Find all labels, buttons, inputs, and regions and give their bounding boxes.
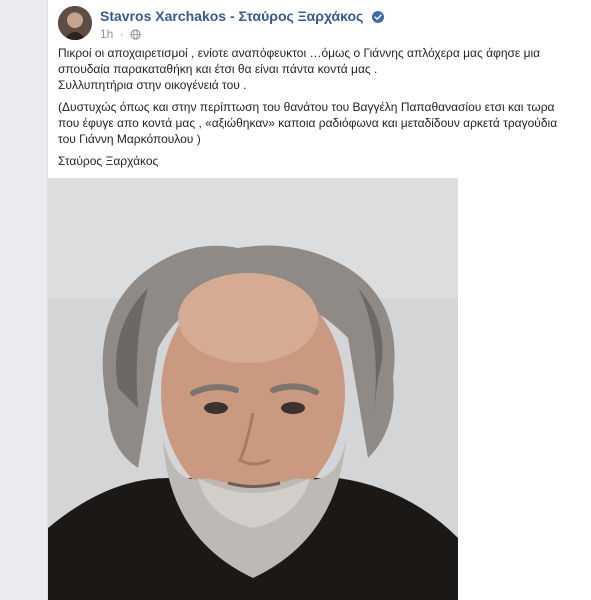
meta-separator: · <box>119 27 124 41</box>
photo-side-space <box>458 178 591 600</box>
post-timestamp[interactable]: 1h <box>100 27 113 41</box>
post-text: Πικροί οι αποχαιρετισμοί , ενίοτε αναπόφ… <box>58 45 578 175</box>
post-header: Stavros Xarchakos - Σταύρος Ξαρχάκος 1h … <box>58 6 582 42</box>
post-paragraph: (Δυστυχώς όπως και στην περίπτωση του θα… <box>58 100 558 146</box>
globe-icon[interactable] <box>130 29 141 40</box>
post-signature: Σταύρος Ξαρχάκος <box>58 154 159 168</box>
verified-badge-icon <box>371 11 384 23</box>
post-paragraph: Συλλυπητήρια στην οικογένειά του . <box>58 78 247 92</box>
page-background-left <box>0 0 47 600</box>
post-card: Stavros Xarchakos - Σταύρος Ξαρχάκος 1h … <box>47 0 591 600</box>
post-paragraph: Πικροί οι αποχαιρετισμοί , ενίοτε αναπόφ… <box>58 46 541 76</box>
author-avatar[interactable] <box>58 6 92 40</box>
author-name-link[interactable]: Stavros Xarchakos - Σταύρος Ξαρχάκος <box>100 8 363 24</box>
post-meta: 1h · <box>100 27 141 41</box>
author-name-row: Stavros Xarchakos - Σταύρος Ξαρχάκος <box>100 8 384 26</box>
post-photo[interactable] <box>48 178 458 600</box>
